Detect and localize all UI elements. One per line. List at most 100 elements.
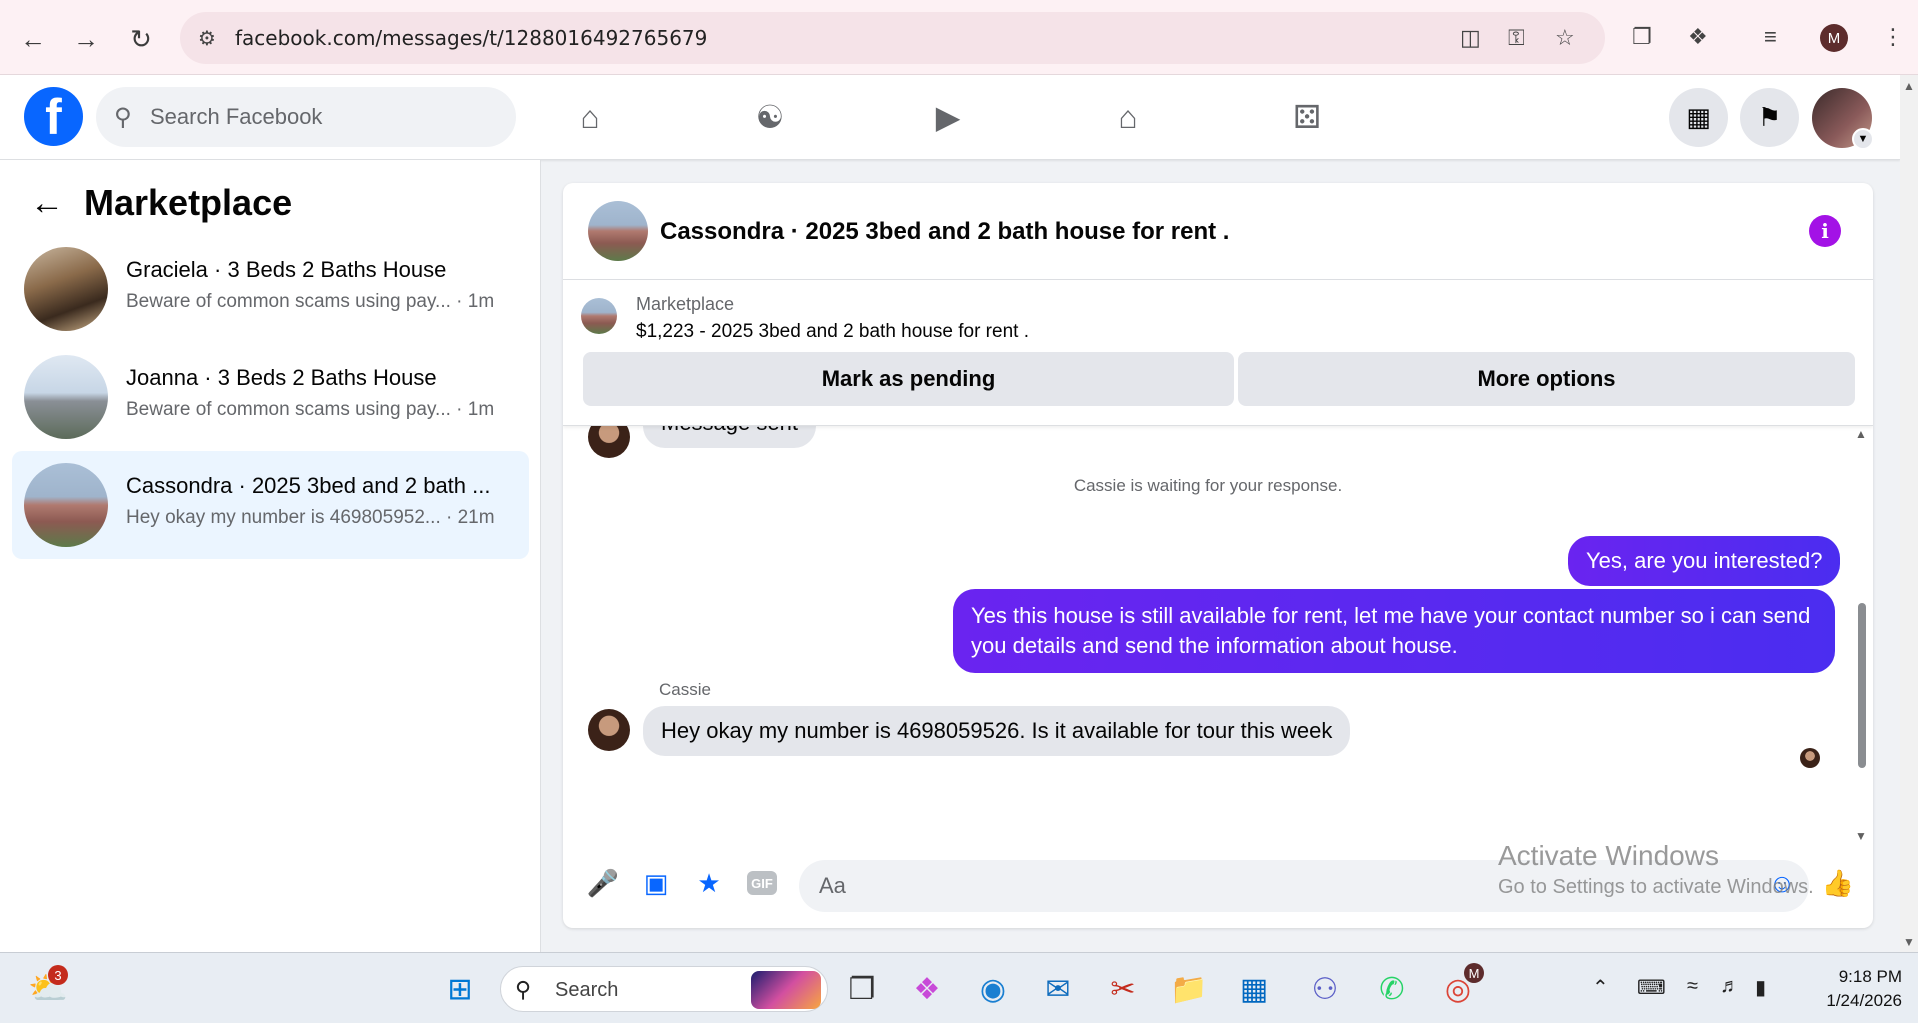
page-scrollbar[interactable]: ▲ ▼ — [1900, 75, 1918, 952]
taskbar-search[interactable]: ⚲ Search — [500, 966, 828, 1012]
video-icon[interactable]: ▶ — [924, 95, 972, 139]
gaming-icon[interactable]: ⚄ — [1283, 95, 1331, 139]
chevron-up-icon[interactable]: ⌃ — [1592, 975, 1609, 1000]
message-bubble-incoming: Message sent — [643, 426, 816, 448]
browser-menu-icon[interactable]: ⋮ — [1882, 24, 1904, 50]
chevron-down-icon[interactable]: ▼ — [1852, 128, 1874, 150]
search-icon: ⚲ — [114, 104, 132, 131]
conversation-name: Joanna · 3 Beds 2 Baths House — [126, 365, 437, 390]
conversation-item[interactable]: Graciela · 3 Beds 2 Baths House Beware o… — [12, 235, 529, 343]
sticker-icon[interactable]: ★ — [691, 865, 727, 901]
conversation-item[interactable]: Cassondra · 2025 3bed and 2 bath ... Hey… — [12, 451, 529, 559]
clock-date: 1/24/2026 — [1826, 991, 1902, 1010]
sender-avatar — [588, 426, 630, 458]
back-arrow-icon[interactable]: ← — [30, 184, 70, 223]
chat-panel: Cassondra · 2025 3bed and 2 bath house f… — [563, 183, 1873, 928]
like-thumb-icon[interactable]: 👍 — [1820, 865, 1856, 901]
clock-time: 9:18 PM — [1838, 967, 1902, 986]
more-options-button[interactable]: More options — [1238, 352, 1855, 406]
conversation-name: Graciela · 3 Beds 2 Baths House — [126, 257, 447, 282]
listing-thumbnail[interactable] — [581, 298, 617, 334]
chrome-profile-badge: M — [1464, 963, 1484, 983]
snipping-tool-icon[interactable]: ✂ — [1101, 967, 1145, 1011]
scroll-down-arrow-icon[interactable]: ▼ — [1853, 829, 1869, 843]
back-arrow-icon[interactable]: ← — [14, 20, 52, 58]
task-view-icon[interactable]: ❐ — [840, 967, 884, 1011]
listing-price-title[interactable]: $1,223 - 2025 3bed and 2 bath house for … — [636, 321, 1029, 343]
listing-label: Marketplace — [636, 294, 735, 314]
bookmark-star-icon[interactable]: ☆ — [1555, 25, 1575, 51]
message-list: Message sent Cassie is waiting for your … — [563, 426, 1873, 846]
chat-header: Cassondra · 2025 3bed and 2 bath house f… — [563, 183, 1873, 280]
watermark-title: Activate Windows — [1498, 840, 1719, 871]
profile-avatar[interactable]: ▼ — [1812, 88, 1874, 150]
marketplace-sidebar: ← Marketplace Graciela · 3 Beds 2 Baths … — [0, 160, 541, 952]
scroll-down-arrow-icon[interactable]: ▼ — [1903, 935, 1915, 949]
chat-scrollbar[interactable]: ▲ ▼ — [1853, 427, 1869, 843]
conversation-name: Cassondra · 2025 3bed and 2 bath ... — [126, 473, 491, 498]
teams-icon[interactable]: ⚇ — [1303, 967, 1347, 1011]
whatsapp-icon[interactable]: ✆ — [1370, 967, 1414, 1011]
scroll-up-arrow-icon[interactable]: ▲ — [1903, 79, 1915, 93]
conversation-item[interactable]: Joanna · 3 Beds 2 Baths House Beware of … — [12, 343, 529, 451]
chat-title[interactable]: Cassondra · 2025 3bed and 2 bath house f… — [660, 218, 1229, 246]
mark-as-pending-button[interactable]: Mark as pending — [583, 352, 1234, 406]
volume-icon[interactable]: ♬ — [1720, 975, 1740, 998]
info-icon[interactable]: i — [1809, 215, 1841, 247]
taskbar-clock[interactable]: 9:18 PM 1/24/2026 — [1790, 965, 1902, 1013]
extensions-icon[interactable]: ❖ — [1688, 24, 1708, 50]
copilot-icon[interactable]: ❖ — [905, 967, 949, 1011]
message-bubble-outgoing: Yes, are you interested? — [1568, 536, 1841, 586]
system-message: Cassie is waiting for your response. — [1073, 476, 1343, 495]
file-explorer-icon[interactable]: 📁 — [1167, 967, 1211, 1011]
windows-taskbar: ⛅ 3 ⊞ ⚲ Search ❐ ❖ ◉ ✉ ✂ 📁 ▦ ⚇ ✆ ◎ M ⌃ ⌨… — [0, 952, 1918, 1023]
outlook-icon[interactable]: ✉ — [1036, 967, 1080, 1011]
menu-grid-icon[interactable]: ▦ — [1669, 88, 1728, 147]
keyboard-icon[interactable]: ⌨ — [1637, 975, 1666, 1000]
reload-icon[interactable]: ↻ — [122, 20, 160, 58]
message-bubble-outgoing: Yes this house is still available for re… — [953, 589, 1835, 673]
search-highlight-image — [751, 971, 821, 1009]
sidebar-title: Marketplace — [84, 182, 293, 223]
install-app-icon[interactable]: ◫ — [1460, 25, 1481, 51]
conversation-snippet: Beware of common scams using pay... · 1m — [126, 291, 495, 312]
message-bubble-incoming: Hey okay my number is 4698059526. Is it … — [643, 706, 1351, 756]
reading-list-icon[interactable]: ≡ — [1764, 24, 1777, 50]
gif-icon[interactable]: GIF — [747, 871, 777, 895]
browser-profile-avatar[interactable]: M — [1820, 24, 1848, 52]
friends-icon[interactable]: ☯ — [746, 95, 794, 139]
scrollbar-thumb[interactable] — [1858, 603, 1866, 768]
conversation-time: · 21m — [440, 507, 495, 528]
sender-avatar — [588, 709, 630, 751]
taskbar-search-label: Search — [555, 979, 619, 1001]
conversation-snippet: Hey okay my number is 469805952... · 21m — [126, 507, 495, 528]
forward-arrow-icon[interactable]: → — [67, 20, 105, 58]
url-text[interactable]: facebook.com/messages/t/1288016492765679 — [235, 26, 707, 50]
marketplace-icon[interactable]: ⌂ — [1104, 95, 1152, 139]
facebook-logo[interactable]: f — [24, 87, 83, 146]
scroll-up-arrow-icon[interactable]: ▲ — [1853, 427, 1869, 441]
listing-thumbnail[interactable] — [588, 201, 648, 261]
search-input[interactable] — [150, 101, 490, 133]
activate-windows-watermark: Activate Windows Go to Settings to activ… — [1498, 840, 1814, 899]
microphone-icon[interactable]: 🎤 — [585, 865, 621, 901]
wifi-icon[interactable]: ≈ — [1687, 975, 1698, 998]
address-bar[interactable]: ⚙ facebook.com/messages/t/12880164927656… — [180, 12, 1605, 64]
battery-icon[interactable]: ▮ — [1755, 975, 1766, 1000]
password-key-icon[interactable]: ⚿ — [1508, 25, 1525, 51]
search-box[interactable]: ⚲ — [96, 87, 516, 147]
listing-thumbnail — [24, 247, 108, 331]
facebook-top-nav: f ⚲ ⌂ ☯ ▶ ⌂ ⚄ ▦ ⚑ ▼ — [0, 75, 1900, 160]
sender-name: Cassie — [659, 680, 711, 699]
search-icon: ⚲ — [515, 977, 532, 1002]
conversation-time: · 1m — [450, 291, 495, 312]
windows-start-icon[interactable]: ⊞ — [438, 967, 482, 1011]
edge-browser-icon[interactable]: ◉ — [971, 967, 1015, 1011]
tab-search-icon[interactable]: ❐ — [1632, 24, 1652, 50]
browser-toolbar: ← → ↻ ⚙ facebook.com/messages/t/12880164… — [0, 0, 1918, 75]
home-icon[interactable]: ⌂ — [566, 95, 614, 139]
microsoft-store-icon[interactable]: ▦ — [1232, 967, 1276, 1011]
site-settings-icon[interactable]: ⚙ — [198, 26, 216, 51]
photo-icon[interactable]: ▣ — [638, 865, 674, 901]
notifications-bell-icon[interactable]: ⚑ — [1740, 88, 1799, 147]
